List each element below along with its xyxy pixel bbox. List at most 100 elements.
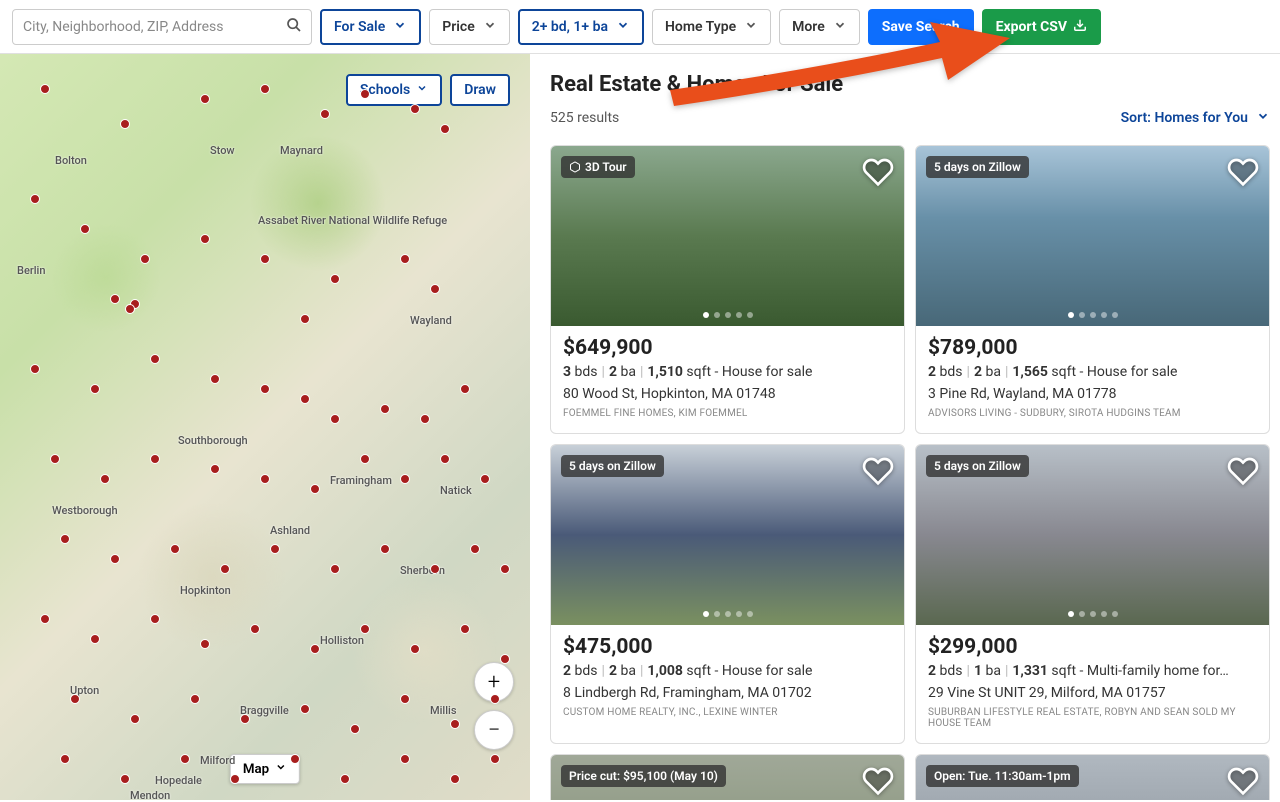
map-marker[interactable]	[150, 354, 160, 364]
map-marker[interactable]	[210, 464, 220, 474]
filter-more[interactable]: More	[779, 9, 860, 45]
map-marker[interactable]	[490, 754, 500, 764]
filter-home-type[interactable]: Home Type	[652, 9, 771, 45]
listing-image[interactable]: 5 days on Zillow	[916, 445, 1269, 625]
map-marker[interactable]	[410, 104, 420, 114]
favorite-heart-icon[interactable]	[862, 765, 894, 797]
map-marker[interactable]	[200, 639, 210, 649]
map-marker[interactable]	[330, 414, 340, 424]
map-marker[interactable]	[90, 634, 100, 644]
map-marker[interactable]	[50, 454, 60, 464]
map-marker[interactable]	[300, 314, 310, 324]
map-marker[interactable]	[470, 544, 480, 554]
search-input[interactable]	[12, 9, 312, 45]
listing-card[interactable]: 3D Tour$649,9003 bds|2 ba|1,510 sqft - H…	[550, 145, 905, 434]
map-marker[interactable]	[210, 374, 220, 384]
map-marker[interactable]	[440, 124, 450, 134]
map-marker[interactable]	[310, 484, 320, 494]
map-marker[interactable]	[290, 754, 300, 764]
map-marker[interactable]	[330, 274, 340, 284]
map-marker[interactable]	[220, 564, 230, 574]
favorite-heart-icon[interactable]	[862, 156, 894, 188]
map-marker[interactable]	[130, 714, 140, 724]
draw-button[interactable]: Draw	[450, 74, 510, 106]
map-marker[interactable]	[260, 84, 270, 94]
map-marker[interactable]	[230, 774, 240, 784]
zoom-out-button[interactable]: −	[474, 710, 514, 750]
filter-beds-baths[interactable]: 2+ bd, 1+ ba	[518, 9, 644, 45]
favorite-heart-icon[interactable]	[1227, 156, 1259, 188]
map[interactable]: Schools Draw + − Map BoltonStowMaynardAs…	[0, 54, 530, 800]
map-marker[interactable]	[180, 754, 190, 764]
favorite-heart-icon[interactable]	[1227, 455, 1259, 487]
map-marker[interactable]	[430, 284, 440, 294]
map-marker[interactable]	[80, 224, 90, 234]
map-marker[interactable]	[30, 364, 40, 374]
map-marker[interactable]	[300, 394, 310, 404]
export-csv-button[interactable]: Export CSV	[982, 9, 1101, 45]
map-marker[interactable]	[440, 454, 450, 464]
map-marker[interactable]	[400, 754, 410, 764]
listing-card[interactable]: Open: Tue. 11:30am-1pm	[915, 754, 1270, 800]
map-marker[interactable]	[40, 84, 50, 94]
listing-image[interactable]: 5 days on Zillow	[551, 445, 904, 625]
map-marker[interactable]	[150, 454, 160, 464]
filter-price[interactable]: Price	[429, 9, 510, 45]
map-marker[interactable]	[400, 254, 410, 264]
map-marker[interactable]	[270, 544, 280, 554]
map-marker[interactable]	[410, 644, 420, 654]
map-marker[interactable]	[70, 694, 80, 704]
listing-card[interactable]: Price cut: $95,100 (May 10)	[550, 754, 905, 800]
map-marker[interactable]	[320, 109, 330, 119]
listing-image[interactable]: 5 days on Zillow	[916, 146, 1269, 326]
map-marker[interactable]	[260, 474, 270, 484]
map-marker[interactable]	[200, 234, 210, 244]
map-marker[interactable]	[340, 774, 350, 784]
save-search-button[interactable]: Save Search	[868, 9, 974, 45]
map-marker[interactable]	[170, 544, 180, 554]
map-marker[interactable]	[100, 474, 110, 484]
map-marker[interactable]	[500, 654, 510, 664]
map-marker[interactable]	[250, 624, 260, 634]
map-marker[interactable]	[110, 554, 120, 564]
map-marker[interactable]	[460, 624, 470, 634]
favorite-heart-icon[interactable]	[1227, 765, 1259, 797]
map-marker[interactable]	[480, 474, 490, 484]
listing-card[interactable]: 5 days on Zillow$299,0002 bds|1 ba|1,331…	[915, 444, 1270, 744]
sort-dropdown[interactable]: Sort: Homes for You	[1121, 109, 1270, 127]
map-marker[interactable]	[90, 384, 100, 394]
map-marker[interactable]	[40, 614, 50, 624]
map-marker[interactable]	[125, 304, 135, 314]
map-marker[interactable]	[240, 714, 250, 724]
map-marker[interactable]	[120, 119, 130, 129]
listing-image[interactable]: Open: Tue. 11:30am-1pm	[916, 755, 1269, 800]
map-marker[interactable]	[490, 694, 500, 704]
listing-card[interactable]: 5 days on Zillow$789,0002 bds|2 ba|1,565…	[915, 145, 1270, 434]
map-marker[interactable]	[120, 774, 130, 784]
map-marker[interactable]	[60, 754, 70, 764]
map-marker[interactable]	[150, 614, 160, 624]
map-marker[interactable]	[300, 704, 310, 714]
map-marker[interactable]	[360, 89, 370, 99]
listing-card[interactable]: 5 days on Zillow$475,0002 bds|2 ba|1,008…	[550, 444, 905, 744]
map-marker[interactable]	[30, 194, 40, 204]
map-marker[interactable]	[330, 564, 340, 574]
map-marker[interactable]	[430, 564, 440, 574]
filter-for-sale[interactable]: For Sale	[320, 9, 421, 45]
map-marker[interactable]	[380, 544, 390, 554]
listing-image[interactable]: 3D Tour	[551, 146, 904, 326]
map-marker[interactable]	[450, 719, 460, 729]
map-marker[interactable]	[360, 624, 370, 634]
map-marker[interactable]	[380, 404, 390, 414]
map-marker[interactable]	[310, 644, 320, 654]
map-marker[interactable]	[500, 564, 510, 574]
map-marker[interactable]	[400, 474, 410, 484]
favorite-heart-icon[interactable]	[862, 455, 894, 487]
map-marker[interactable]	[200, 94, 210, 104]
map-marker[interactable]	[190, 694, 200, 704]
map-marker[interactable]	[140, 254, 150, 264]
map-marker[interactable]	[260, 384, 270, 394]
listing-image[interactable]: Price cut: $95,100 (May 10)	[551, 755, 904, 800]
map-marker[interactable]	[260, 254, 270, 264]
map-marker[interactable]	[420, 414, 430, 424]
